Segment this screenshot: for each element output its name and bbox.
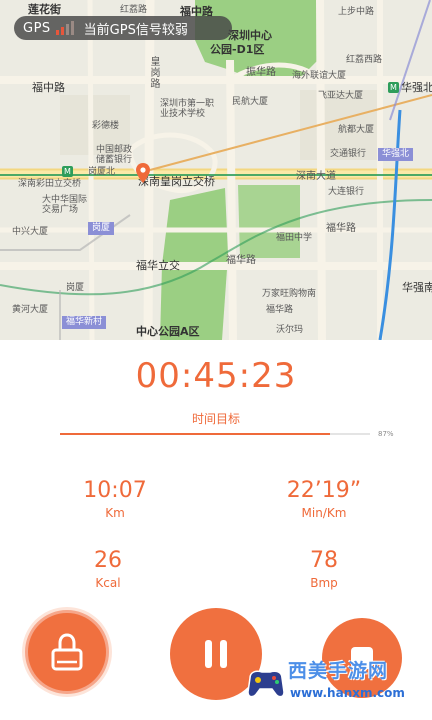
map-label-gangxia-north: 岗厦北 [88, 167, 116, 177]
map-label-wanjiawang: 万家旺购物南 [262, 289, 317, 299]
map-label-caitian-interchange: 深南彩田立交桥 [18, 179, 82, 189]
map-label-zhongxing: 中兴大厦 [12, 227, 49, 237]
gps-signal-banner: GPS 当前GPS信号较弱 [14, 16, 232, 40]
map-label-china-post-2: 储蓄银行 [96, 155, 133, 165]
stat-distance-unit: Km [105, 506, 125, 520]
map-label-jiaoyi: 交易广场 [42, 205, 79, 215]
map-label-minhang: 民航大厦 [232, 97, 269, 107]
map-label-zhenhua-road: 振华路 [246, 67, 276, 78]
stat-heart-rate-value: 78 [310, 548, 338, 573]
map-label-dazhonghua: 大中华国际 [42, 195, 88, 205]
map-label-hongli-west: 红荔西路 [346, 55, 383, 65]
watermark-url: www.hanxm.com [290, 686, 405, 700]
stat-heart-rate: 78 Bmp [274, 548, 374, 590]
map-label-park-d1: 公园-D1区 [210, 43, 265, 56]
map-label-fuzhong-road: 福中路 [32, 81, 65, 94]
map-label-shenzhen-center: 深圳中心 [228, 29, 272, 42]
time-goal-label: 时间目标 [191, 412, 240, 426]
map-label-huanggang-road: 皇岗路 [148, 56, 159, 89]
lock-button[interactable] [25, 610, 109, 694]
map-label-walmart: 沃尔玛 [276, 325, 304, 335]
map-label-shennan-avenue: 深南大道 [296, 171, 336, 182]
lock-icon [51, 633, 83, 671]
goal-progress-percent: 87% [378, 430, 394, 438]
location-pin-icon [136, 163, 150, 183]
stat-distance-value: 10:07 [83, 478, 147, 503]
district-badge-gangxia: 岗厦 [88, 222, 115, 235]
stat-pace-unit: Min/Km [301, 506, 347, 520]
district-badge-huaqiang: 华强北 [378, 148, 414, 161]
map-label-caide: 彩德楼 [92, 121, 120, 131]
map-label-china-post-1: 中国邮政 [96, 145, 133, 155]
map-view[interactable]: 莲花街 红荔路 上步中路 福中路 福中路 皇岗路 振华路 深圳中心 公园-D1区… [0, 0, 432, 340]
map-label-futian-middle-school: 福田中学 [276, 233, 313, 243]
stat-calories: 26 Kcal [58, 548, 158, 590]
elapsed-time: 00:45:23 [135, 356, 297, 396]
map-label-haiwai: 海外联谊大厦 [292, 71, 347, 81]
watermark-title: 西美手游网 [288, 660, 389, 682]
district-badge-fuhua-xincun: 福华新村 [62, 316, 107, 329]
map-label-fuhua-road-right: 福华路 [326, 223, 356, 234]
map-label-feiyada: 飞亚达大厦 [318, 91, 364, 101]
stat-calories-unit: Kcal [95, 576, 121, 590]
metro-station-gangxia-icon: M [62, 166, 73, 177]
gps-label: GPS [23, 20, 51, 36]
map-label-fuhua-road: 福华路 [226, 255, 256, 266]
gps-signal-icon [55, 21, 74, 35]
map-label-fuqiang-road: 福华路 [266, 305, 294, 315]
map-label-fuhua-interchange: 福华立交 [136, 259, 180, 272]
stat-calories-value: 26 [94, 548, 122, 573]
map-label-huaqiangbei-station: 华强北 [401, 81, 432, 94]
pause-icon [205, 640, 227, 668]
map-label-huaqiang-south: 华强南 [402, 281, 432, 294]
site-watermark: 西美手游网 www.hanxm.com [240, 650, 432, 720]
goal-progress-fill [60, 433, 330, 435]
map-label-hangdu: 航都大厦 [338, 125, 375, 135]
stat-heart-rate-unit: Bmp [310, 576, 338, 590]
map-label-dalian-bank: 大连银行 [328, 187, 365, 197]
map-label-lianhuajie: 莲花街 [28, 3, 61, 16]
stat-pace-value: 22’19” [286, 478, 362, 503]
map-label-vocational-1: 深圳市第一职 [160, 99, 215, 109]
map-label-hongli-road: 红荔路 [120, 5, 148, 15]
stat-pace: 22’19” Min/Km [264, 478, 384, 520]
map-label-gangxia-south: 岗厦 [66, 283, 85, 293]
metro-station-icon: M [388, 82, 399, 93]
map-label-center-park-a: 中心公园A区 [136, 325, 200, 338]
gamepad-logo-icon [247, 670, 285, 698]
map-label-vocational-2: 业技术学校 [160, 109, 206, 119]
map-label-bocom: 交通银行 [330, 149, 367, 159]
map-label-shangbu-road: 上步中路 [338, 7, 375, 17]
gps-message: 当前GPS信号较弱 [83, 22, 188, 38]
map-label-huanghe: 黄河大厦 [12, 305, 49, 315]
stat-distance: 10:07 Km [60, 478, 170, 520]
goal-progress-bar [60, 433, 370, 435]
